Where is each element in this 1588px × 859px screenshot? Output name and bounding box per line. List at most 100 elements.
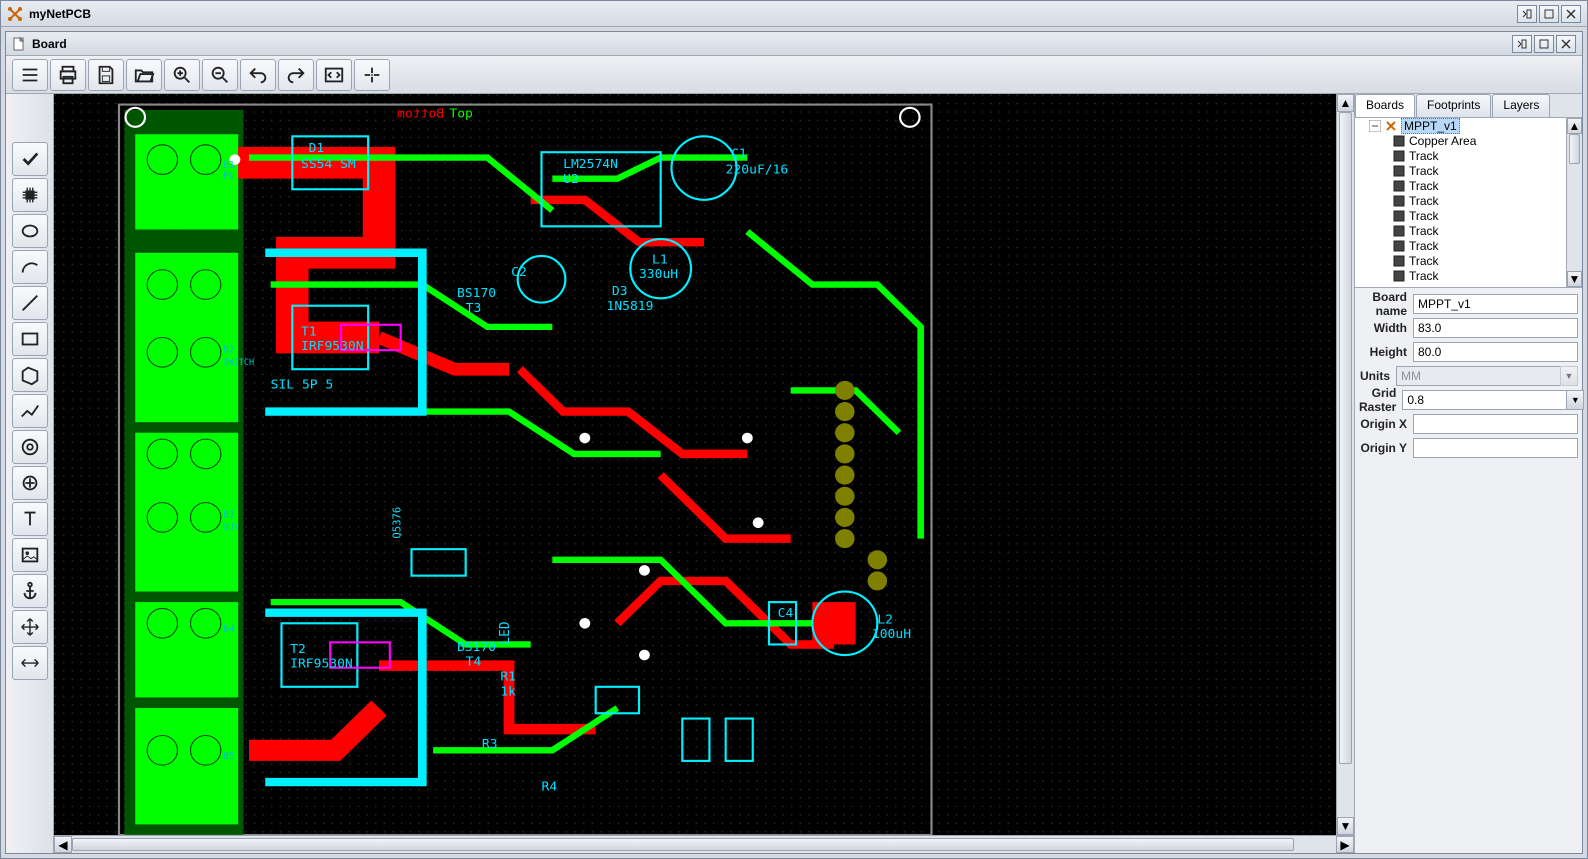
tree-scroll-thumb[interactable] [1569, 134, 1580, 164]
hole-tool[interactable] [12, 466, 48, 500]
trace-tool[interactable] [12, 394, 48, 428]
line-tool[interactable] [12, 286, 48, 320]
svg-text:T3: T3 [466, 301, 482, 316]
svg-text:Top: Top [449, 106, 472, 121]
width-label: Width [1359, 321, 1413, 335]
canvas-vscroll[interactable]: ▲ ▼ [1336, 94, 1354, 835]
svg-text:C2: C2 [511, 265, 527, 280]
width-input[interactable] [1413, 318, 1578, 338]
tree-item[interactable]: Track [1355, 193, 1582, 208]
scroll-up-icon[interactable]: ▲ [1337, 94, 1354, 112]
svg-text:PU: PU [223, 171, 235, 182]
grid-raster-dropdown-icon[interactable]: ▼ [1566, 390, 1584, 410]
vscroll-thumb[interactable] [1339, 112, 1352, 764]
scroll-left-icon[interactable]: ◀ [54, 836, 72, 853]
tree-scrollbar[interactable]: ▲ ▼ [1566, 118, 1582, 287]
tree-scroll-up[interactable]: ▲ [1567, 118, 1582, 134]
board-maximize-button[interactable] [1534, 35, 1554, 53]
via-tool[interactable] [12, 430, 48, 464]
tree-item[interactable]: Copper Area [1355, 133, 1582, 148]
code-button[interactable] [316, 59, 352, 91]
tree-item[interactable]: Track [1355, 253, 1582, 268]
svg-text:OUT: OUT [223, 523, 239, 533]
maximize-button[interactable] [1539, 5, 1559, 23]
tree-item-label: Track [1409, 164, 1439, 178]
origin-x-label: Origin X [1359, 417, 1413, 431]
tree-item[interactable]: Track [1355, 268, 1582, 283]
minimize-button[interactable] [1517, 5, 1537, 23]
scroll-right-icon[interactable]: ▶ [1336, 836, 1354, 853]
print-button[interactable] [50, 59, 86, 91]
board-root-icon [1385, 120, 1397, 132]
track-icon [1393, 135, 1405, 147]
tree-item[interactable]: Track [1355, 163, 1582, 178]
hscroll-thumb[interactable] [72, 838, 1294, 851]
arc-tool[interactable] [12, 250, 48, 284]
chip-tool[interactable] [12, 178, 48, 212]
canvas-hscroll[interactable]: ◀ ▶ [54, 835, 1354, 853]
move-tool[interactable] [12, 610, 48, 644]
app-title: myNetPCB [29, 7, 1517, 21]
scroll-down-icon[interactable]: ▼ [1337, 817, 1354, 835]
board-name-input[interactable] [1413, 294, 1578, 314]
top-toolbar [6, 56, 1582, 94]
tree-expand-icon[interactable] [1369, 120, 1381, 132]
zoom-out-button[interactable] [202, 59, 238, 91]
image-tool[interactable] [12, 538, 48, 572]
polygon-tool[interactable] [12, 358, 48, 392]
tree-item-label: Track [1409, 239, 1439, 253]
board-tree[interactable]: MPPT_v1 Copper AreaTrackTrackTrackTrackT… [1355, 118, 1582, 288]
save-button[interactable] [88, 59, 124, 91]
tree-item-label: Track [1409, 209, 1439, 223]
svg-text:R4: R4 [542, 780, 558, 795]
track-icon [1393, 150, 1405, 162]
tab-boards[interactable]: Boards [1355, 94, 1415, 117]
units-select [1396, 366, 1560, 386]
board-properties: Board name Width Height Units [1355, 288, 1582, 853]
zoom-in-button[interactable] [164, 59, 200, 91]
svg-text:1N5819: 1N5819 [607, 299, 654, 314]
grid-raster-input[interactable] [1402, 390, 1566, 410]
origin-y-input[interactable] [1413, 438, 1578, 458]
tab-layers[interactable]: Layers [1492, 94, 1550, 117]
crosshair-button[interactable] [354, 59, 390, 91]
redo-button[interactable] [278, 59, 314, 91]
menu-button[interactable] [12, 59, 48, 91]
svg-text:T2: T2 [290, 642, 306, 657]
tree-item[interactable]: Track [1355, 223, 1582, 238]
select-tool[interactable] [12, 142, 48, 176]
right-panel: Boards Footprints Layers MPPT_v1 Copper … [1354, 94, 1582, 853]
undo-button[interactable] [240, 59, 276, 91]
svg-text:D1: D1 [309, 141, 325, 156]
svg-text:B1: B1 [223, 160, 235, 171]
open-button[interactable] [126, 59, 162, 91]
board-minimize-button[interactable] [1512, 35, 1532, 53]
board-close-button[interactable] [1556, 35, 1576, 53]
anchor-tool[interactable] [12, 574, 48, 608]
svg-text:B3: B3 [223, 510, 235, 521]
ellipse-tool[interactable] [12, 214, 48, 248]
svg-text:L1: L1 [652, 252, 668, 267]
app-title-bar: myNetPCB [1, 1, 1587, 27]
tree-item[interactable]: Track [1355, 178, 1582, 193]
origin-x-input[interactable] [1413, 414, 1578, 434]
tab-footprints[interactable]: Footprints [1416, 94, 1491, 117]
tree-scroll-down[interactable]: ▼ [1567, 271, 1582, 287]
board-title: Board [32, 37, 1512, 51]
height-input[interactable] [1413, 342, 1578, 362]
units-label: Units [1359, 369, 1396, 383]
app-window: myNetPCB Board [0, 0, 1588, 859]
measure-tool[interactable] [12, 646, 48, 680]
svg-text:C4: C4 [778, 606, 794, 621]
units-dropdown-icon: ▼ [1560, 366, 1578, 386]
tree-item[interactable]: Track [1355, 148, 1582, 163]
close-button[interactable] [1561, 5, 1581, 23]
pcb-canvas[interactable]: Top Bottom D1 SS54 SM LM2574N U2 C1 220u… [54, 94, 1354, 835]
svg-text:330uH: 330uH [639, 267, 678, 282]
text-tool[interactable] [12, 502, 48, 536]
right-tabs: Boards Footprints Layers [1355, 94, 1582, 118]
tree-item[interactable]: Track [1355, 238, 1582, 253]
rect-tool[interactable] [12, 322, 48, 356]
tree-root[interactable]: MPPT_v1 [1355, 118, 1582, 133]
tree-item[interactable]: Track [1355, 208, 1582, 223]
